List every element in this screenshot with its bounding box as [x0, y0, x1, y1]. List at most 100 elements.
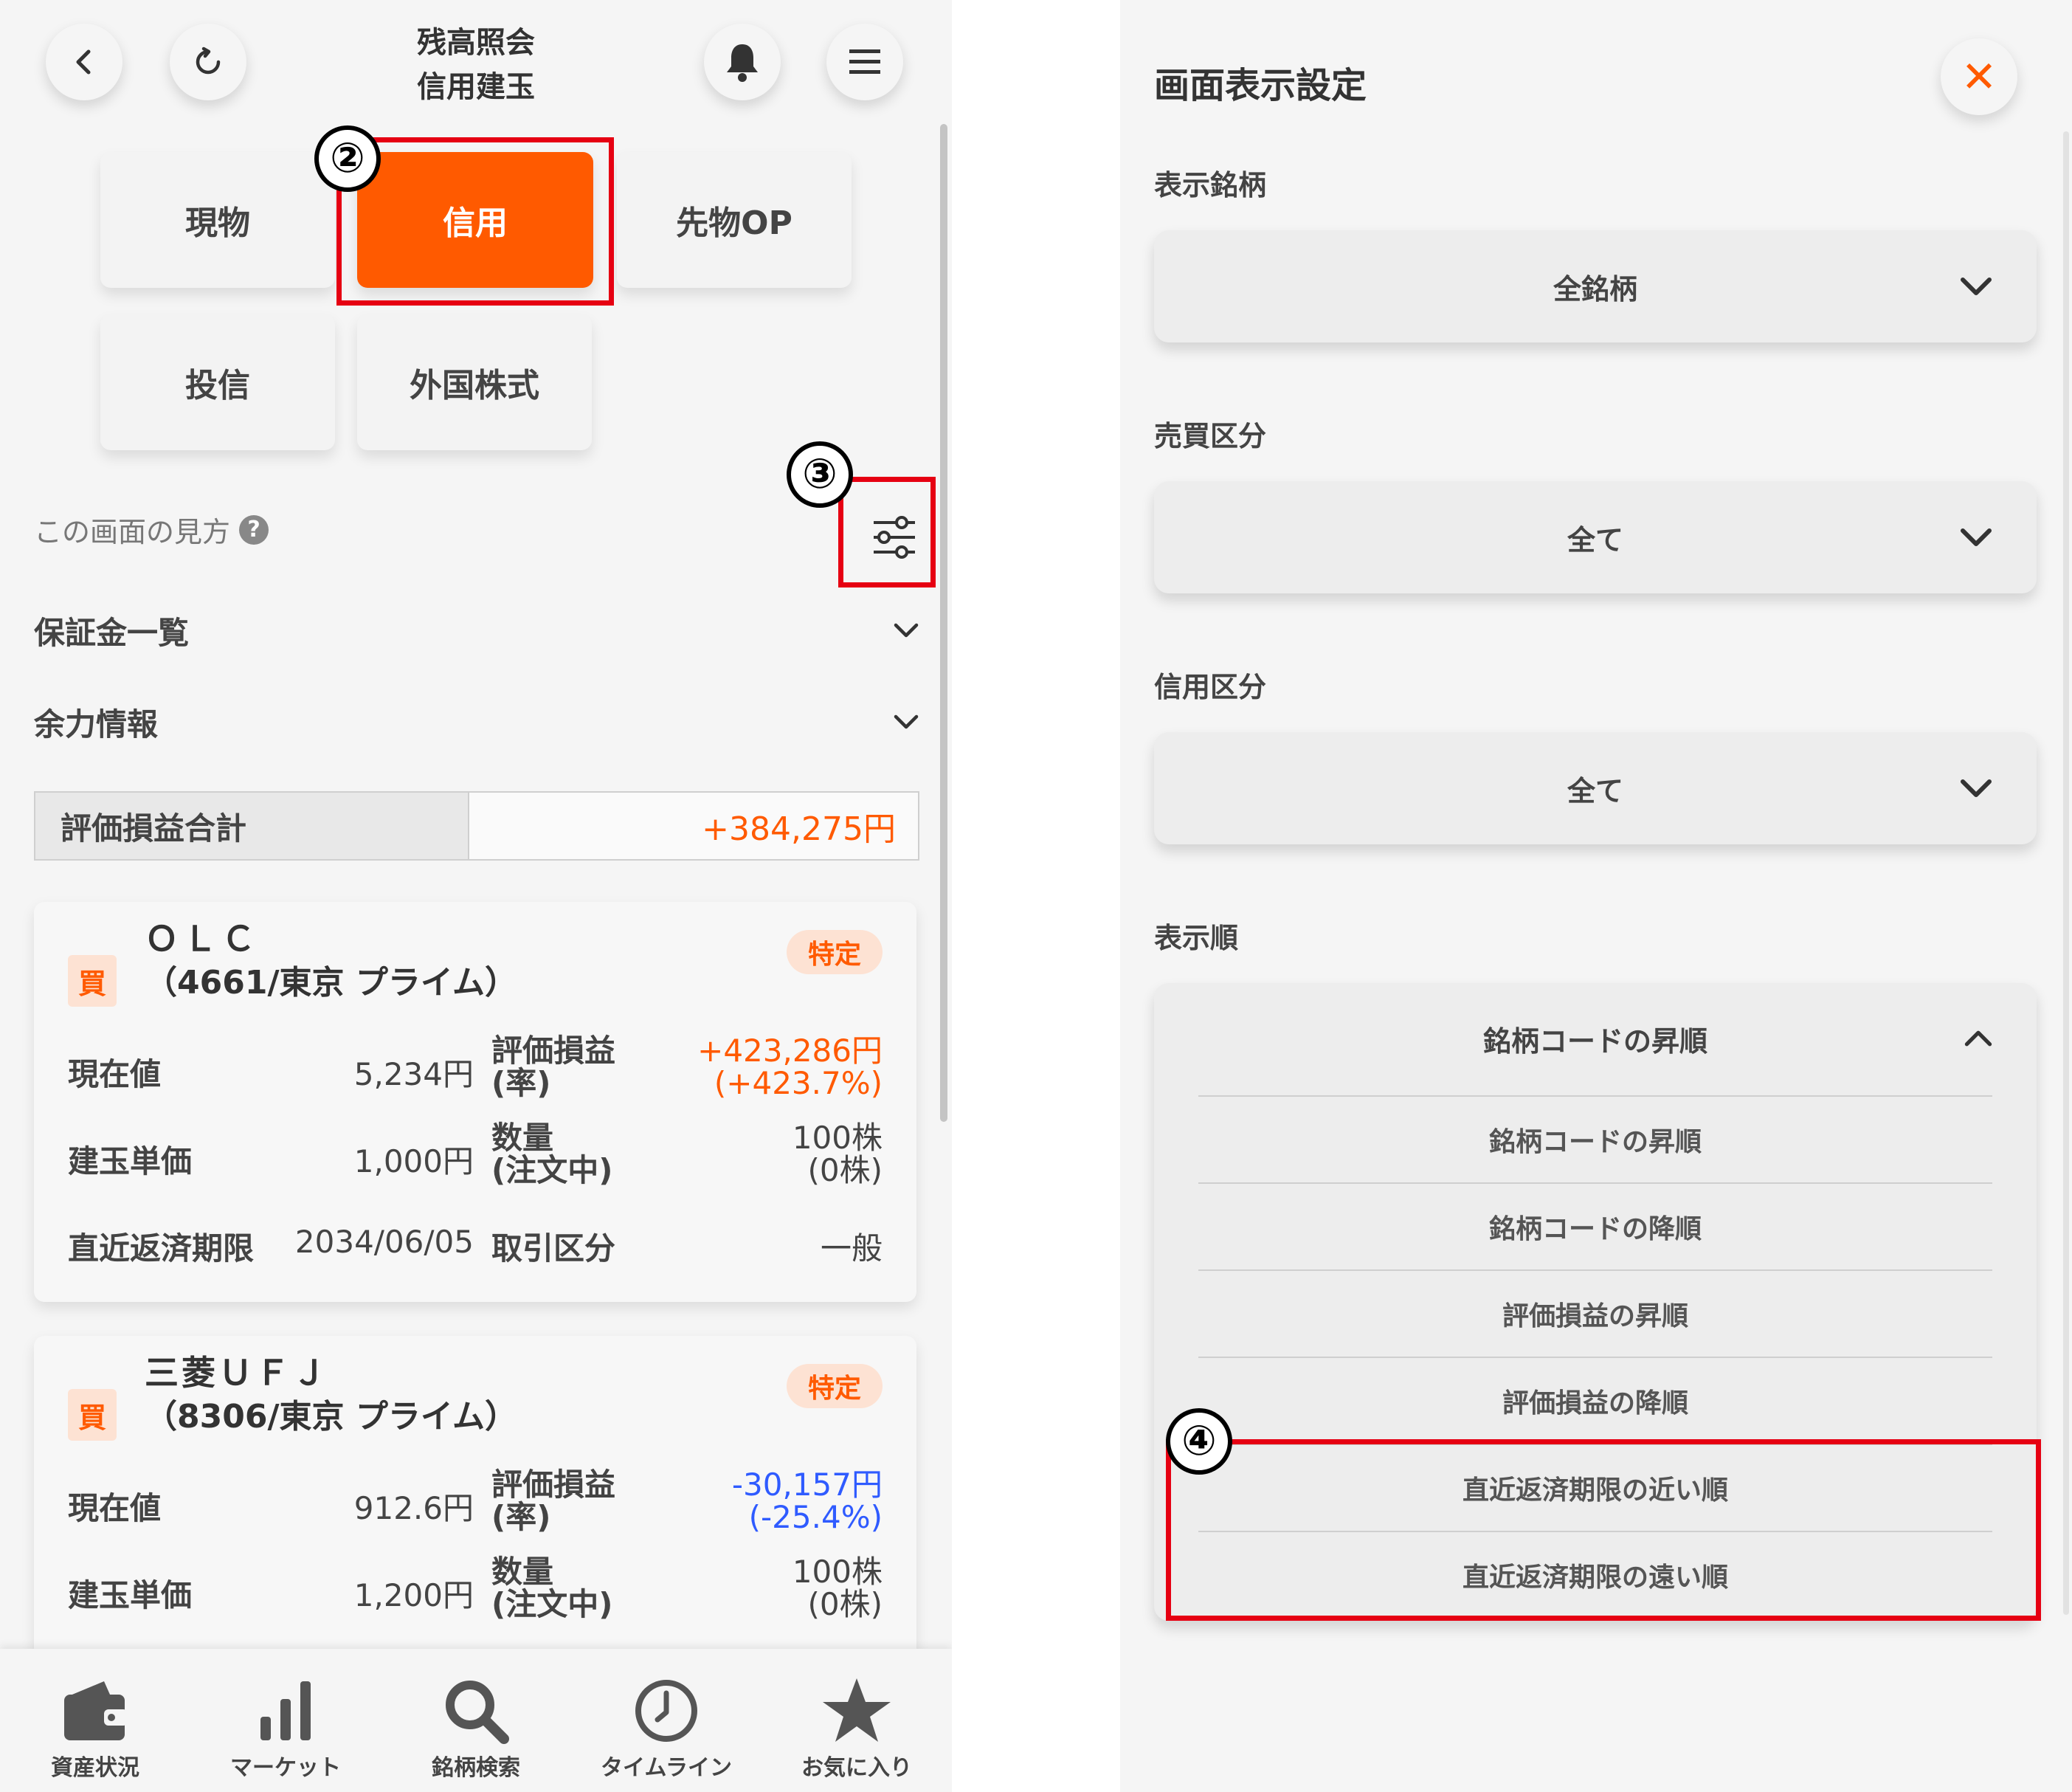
account-type-badge: 特定: [787, 930, 883, 974]
scrollbar[interactable]: [2063, 131, 2069, 1615]
quantity-label-line2: (注文中): [491, 1152, 613, 1188]
tab-foreign-stocks[interactable]: 外国株式: [357, 314, 592, 450]
reload-icon: [196, 46, 221, 75]
select-trade-side-value: 全て: [1567, 523, 1623, 556]
sort-option[interactable]: 銘柄コードの昇順: [1198, 1095, 1992, 1182]
chevron-down-icon: [894, 714, 919, 728]
pl-value: +423,286円 (+423.7%): [697, 1035, 883, 1100]
tab-genbutsu[interactable]: 現物: [100, 152, 335, 288]
bell-icon: [727, 44, 758, 82]
trade-type-label: 取引区分: [491, 1230, 616, 1267]
sort-option[interactable]: 評価損益の降順: [1198, 1357, 1992, 1444]
unit-price-value: 1,000円: [353, 1143, 474, 1179]
pl-label: 評価損益 (率): [491, 1035, 615, 1100]
nav-favorites-label: お気に入り: [801, 1755, 912, 1781]
accordion-capacity-info[interactable]: 余力情報: [34, 700, 919, 745]
clock-icon: [635, 1680, 697, 1742]
position-card[interactable]: 買 ＯＬＣ （4661/東京 プライム） 特定 現在値 5,234円 評価損益(…: [34, 902, 916, 1302]
buy-badge: 買: [68, 1389, 117, 1441]
help-text: この画面の見方: [34, 516, 231, 548]
quantity-pending: (0株): [807, 1152, 883, 1188]
total-pl-value: +384,275円: [702, 810, 896, 848]
close-icon: ✕: [1961, 52, 1997, 102]
quantity-label-line1: 数量: [491, 1554, 554, 1590]
scrollbar[interactable]: [940, 124, 947, 1122]
reload-button[interactable]: [170, 24, 246, 100]
current-price-value: 5,234円: [353, 1056, 474, 1092]
select-stocks-value: 全銘柄: [1553, 272, 1637, 306]
total-pl-label: 評価損益合計: [35, 793, 469, 859]
select-margin-type-value: 全て: [1567, 774, 1623, 807]
pl-label-line1: 評価損益: [491, 1033, 616, 1069]
section-label-trade-side: 売買区分: [1154, 420, 1267, 452]
nav-stock-search[interactable]: 銘柄検索: [381, 1649, 571, 1792]
star-icon: [823, 1678, 891, 1742]
select-stocks[interactable]: 全銘柄: [1154, 230, 2037, 342]
section-label-sort-order: 表示順: [1154, 922, 1239, 954]
tab-toushin-label: 投信: [185, 367, 250, 404]
pl-rate: (+423.7%): [714, 1065, 883, 1101]
quantity-amount: 100株: [792, 1120, 883, 1156]
unit-price-label: 建玉単価: [68, 1577, 193, 1613]
buy-badge: 買: [68, 955, 117, 1007]
margin-positions-screen: 残高照会 信用建玉 現物 信用 先物OP 投信 外国株式 ② この画面の見方 ?…: [0, 0, 952, 1792]
stock-code: （4661/東京 プライム）: [145, 964, 517, 1002]
chevron-down-icon: [894, 623, 919, 637]
tab-foreign-stocks-label: 外国株式: [410, 367, 539, 404]
bar-chart-icon: [260, 1681, 311, 1740]
highlight-box-3: [838, 477, 936, 587]
accordion-margin-list[interactable]: 保証金一覧: [34, 608, 919, 653]
pl-label-line2: (率): [491, 1065, 551, 1101]
help-link[interactable]: この画面の見方 ?: [34, 509, 269, 550]
quantity-label-line2: (注文中): [491, 1586, 613, 1622]
sort-order-current[interactable]: 銘柄コードの昇順: [1154, 983, 2037, 1094]
tab-futures-op-label: 先物OP: [676, 204, 792, 242]
total-pl-row: 評価損益合計 +384,275円: [34, 791, 919, 861]
nav-assets[interactable]: 資産状況: [0, 1649, 190, 1792]
accordion-margin-list-label: 保証金一覧: [34, 615, 190, 651]
stock-name: 三菱ＵＦＪ: [145, 1353, 329, 1393]
current-price-label: 現在値: [68, 1490, 162, 1526]
nav-market[interactable]: マーケット: [190, 1649, 381, 1792]
callout-3: ③: [787, 441, 853, 508]
menu-button[interactable]: [826, 24, 903, 100]
tab-genbutsu-label: 現物: [185, 204, 250, 242]
close-button[interactable]: ✕: [1941, 38, 2017, 115]
nav-market-label: マーケット: [230, 1755, 341, 1781]
stock-name: ＯＬＣ: [145, 919, 260, 959]
accordion-capacity-info-label: 余力情報: [34, 706, 159, 742]
current-price-label: 現在値: [68, 1056, 162, 1092]
position-card[interactable]: 買 三菱ＵＦＪ （8306/東京 プライム） 特定 現在値 912.6円 評価損…: [34, 1336, 916, 1661]
nav-favorites[interactable]: お気に入り: [762, 1649, 952, 1792]
back-button[interactable]: [46, 24, 122, 100]
pl-label-line1: 評価損益: [491, 1467, 616, 1503]
chevron-down-icon: [1961, 528, 1992, 546]
quantity-label-line1: 数量: [491, 1120, 554, 1156]
select-trade-side[interactable]: 全て: [1154, 481, 2037, 593]
sort-option[interactable]: 銘柄コードの降順: [1198, 1182, 1992, 1269]
notification-button[interactable]: [704, 24, 781, 100]
display-settings-panel: 画面表示設定 ✕ 表示銘柄 全銘柄 売買区分 全て 信用区分 全て 表示順 銘柄…: [1120, 0, 2072, 1792]
stock-code: （8306/東京 プライム）: [145, 1398, 517, 1436]
chevron-down-icon: [1961, 779, 1992, 797]
deadline-label: 直近返済期限: [68, 1230, 255, 1267]
hamburger-icon: [849, 49, 880, 74]
tab-toushin[interactable]: 投信: [100, 314, 335, 450]
pl-label: 評価損益 (率): [491, 1469, 615, 1534]
wallet-icon: [64, 1681, 128, 1740]
quantity-pending: (0株): [807, 1586, 883, 1622]
account-type-badge: 特定: [787, 1364, 883, 1408]
pl-amount: -30,157円: [731, 1467, 883, 1503]
sort-option[interactable]: 評価損益の昇順: [1198, 1269, 1992, 1357]
current-price-value: 912.6円: [353, 1490, 474, 1526]
nav-stock-search-label: 銘柄検索: [432, 1755, 520, 1781]
nav-timeline[interactable]: タイムライン: [571, 1649, 762, 1792]
sort-order-current-value: 銘柄コードの昇順: [1482, 1024, 1707, 1058]
select-margin-type[interactable]: 全て: [1154, 732, 2037, 844]
quantity-value: 100株 (0株): [792, 1556, 883, 1621]
page-title-line1: 残高照会: [417, 26, 535, 60]
quantity-value: 100株 (0株): [792, 1122, 883, 1187]
tab-futures-op[interactable]: 先物OP: [617, 152, 852, 288]
chevron-up-icon: [1964, 1030, 1992, 1047]
trade-type-value: 一般: [820, 1230, 883, 1267]
